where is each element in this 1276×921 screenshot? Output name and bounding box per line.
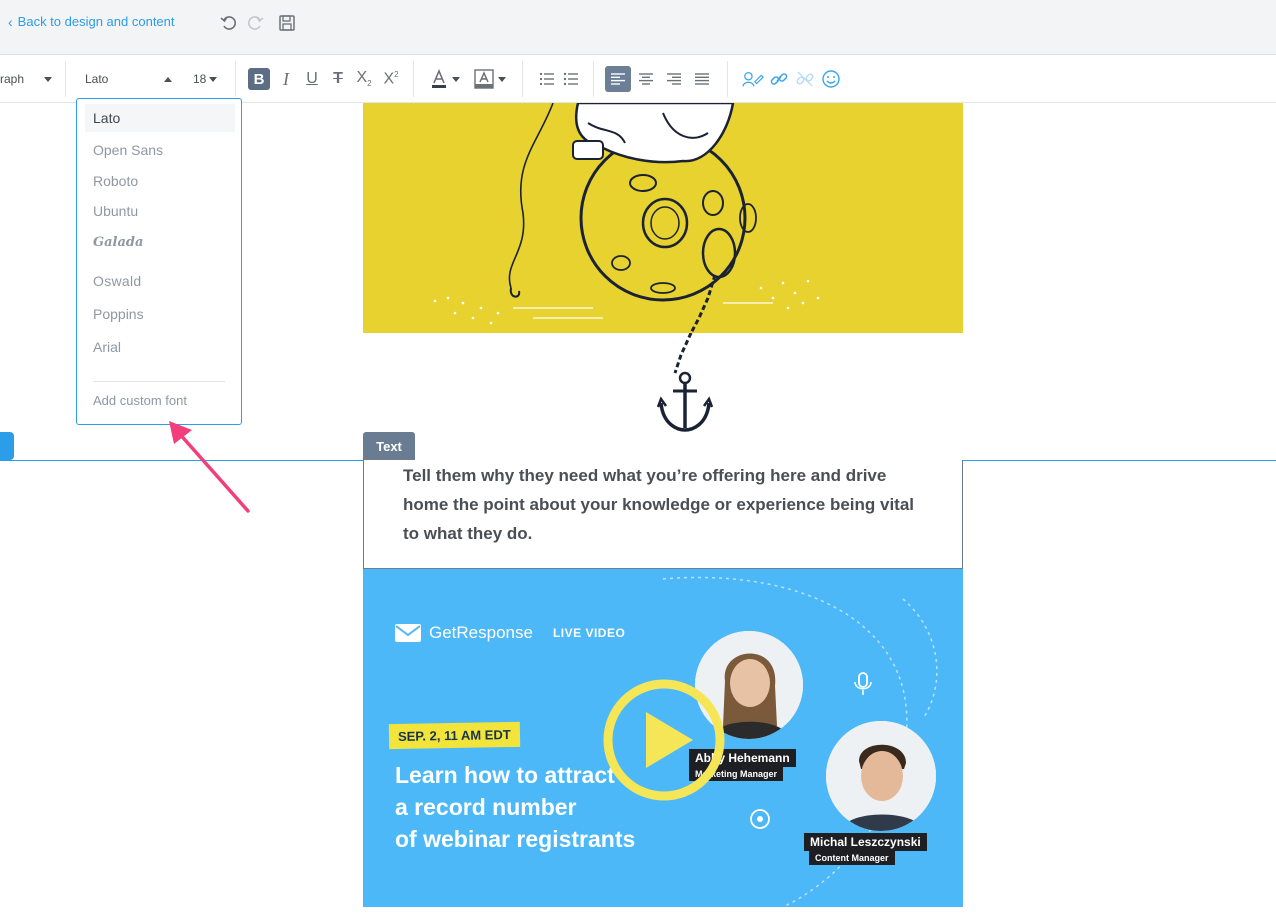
font-option-oswald[interactable]: Oswald: [85, 267, 235, 295]
save-icon: [279, 15, 295, 31]
font-option-open-sans[interactable]: Open Sans: [85, 136, 235, 164]
date-badge: SEP. 2, 11 AM EDT: [388, 721, 520, 750]
back-to-design-link[interactable]: ‹ Back to design and content: [8, 14, 175, 29]
add-custom-font-button[interactable]: Add custom font: [93, 393, 187, 408]
anchor-icon: [656, 332, 714, 432]
text-block-content[interactable]: Tell them why they need what you’re offe…: [403, 461, 924, 548]
headline-line-1: Learn how to attract: [395, 762, 615, 788]
chevron-down-icon: [452, 76, 460, 82]
hero-image[interactable]: [363, 103, 963, 333]
bold-icon: B: [253, 70, 265, 88]
highlight-color-icon: [474, 69, 494, 89]
font-family-select[interactable]: Lato: [85, 55, 173, 103]
personalize-icon: [742, 71, 764, 87]
bullet-list-button[interactable]: [560, 68, 582, 90]
align-right-icon: [667, 73, 681, 85]
save-button[interactable]: [277, 13, 297, 33]
remove-link-button[interactable]: [794, 68, 816, 90]
getresponse-logo: GetResponse LIVE VIDEO: [395, 623, 625, 643]
envelope-icon: [395, 624, 421, 642]
align-right-button[interactable]: [663, 68, 685, 90]
video-headline: Learn how to attract a record number of …: [395, 759, 635, 855]
play-video-button[interactable]: [601, 677, 727, 803]
top-bar: ‹ Back to design and content: [0, 0, 1276, 55]
insert-link-button[interactable]: [768, 68, 790, 90]
italic-button[interactable]: I: [275, 68, 297, 90]
subscript-icon: X2: [356, 69, 372, 89]
font-option-ubuntu[interactable]: Ubuntu: [85, 197, 235, 225]
superscript-icon: X2: [383, 69, 399, 88]
chevron-down-icon: [498, 76, 506, 82]
font-size-select[interactable]: 18: [193, 55, 218, 103]
font-option-arial[interactable]: Arial: [85, 333, 235, 361]
font-option-poppins[interactable]: Poppins: [85, 300, 235, 328]
emoji-icon: [822, 70, 840, 88]
live-video-label: LIVE VIDEO: [552, 626, 626, 640]
align-center-button[interactable]: [635, 68, 657, 90]
text-color-button[interactable]: [430, 55, 460, 103]
strikethrough-icon: T: [333, 70, 343, 87]
underline-icon: U: [306, 70, 318, 87]
strikethrough-button[interactable]: T: [327, 68, 349, 90]
font-family-dropdown: Lato Open Sans Roboto Ubuntu Galada Oswa…: [76, 98, 242, 425]
personalize-button[interactable]: [742, 68, 764, 90]
link-icon: [770, 73, 788, 85]
bullet-list-icon: [563, 72, 578, 86]
video-block[interactable]: GetResponse LIVE VIDEO SEP. 2, 11 AM EDT…: [363, 569, 963, 907]
emoji-button[interactable]: [820, 68, 842, 90]
unlink-icon: [796, 71, 814, 87]
formatting-toolbar: raph Lato 18 B I U T X2 X2: [0, 55, 1276, 103]
ordered-list-icon: [540, 73, 554, 85]
back-link-label: Back to design and content: [17, 14, 175, 29]
align-justify-button[interactable]: [691, 68, 713, 90]
undo-button[interactable]: [219, 13, 239, 33]
paragraph-style-select[interactable]: raph: [0, 55, 53, 103]
chevron-down-icon: [44, 76, 53, 82]
redo-icon: [248, 16, 264, 30]
underline-button[interactable]: U: [301, 68, 323, 90]
text-block[interactable]: Tell them why they need what you’re offe…: [363, 460, 963, 569]
block-handle[interactable]: [0, 432, 14, 460]
font-option-lato[interactable]: Lato: [85, 104, 235, 132]
speaker-2-name: Michal Leszczynski: [804, 833, 927, 851]
headline-line-3: of webinar registrants: [395, 826, 636, 852]
chevron-up-icon: [164, 76, 173, 82]
text-color-icon: [432, 69, 446, 88]
align-left-icon: [611, 73, 625, 85]
bold-button[interactable]: B: [248, 68, 270, 90]
undo-icon: [220, 16, 236, 30]
chevron-left-icon: ‹: [8, 13, 13, 30]
text-block-tag[interactable]: Text: [363, 432, 415, 460]
align-justify-icon: [695, 73, 709, 85]
headline-line-2: a record number: [395, 794, 577, 820]
redo-button[interactable]: [245, 13, 265, 33]
speaker-2-photo: [826, 721, 936, 831]
highlight-color-button[interactable]: [474, 55, 506, 103]
align-left-button[interactable]: [605, 66, 631, 92]
astronaut-moon-illustration: [433, 103, 820, 333]
font-family-label: Lato: [85, 72, 109, 86]
font-option-galada[interactable]: Galada: [85, 228, 235, 256]
play-icon: [646, 712, 693, 768]
italic-icon: I: [283, 68, 289, 89]
menu-divider: [93, 381, 225, 382]
annotation-arrow-icon: [169, 421, 250, 513]
speaker-2-avatar: [826, 721, 936, 831]
superscript-button[interactable]: X2: [380, 68, 402, 90]
align-center-icon: [639, 73, 653, 85]
ordered-list-button[interactable]: [536, 68, 558, 90]
brand-name: GetResponse: [429, 623, 533, 642]
font-option-roboto[interactable]: Roboto: [85, 167, 235, 195]
paragraph-style-label: raph: [0, 72, 25, 86]
speaker-2-role: Content Manager: [809, 851, 895, 865]
font-size-label: 18: [193, 72, 207, 86]
chevron-down-icon: [209, 76, 218, 82]
anchor-illustration: [363, 332, 963, 443]
subscript-button[interactable]: X2: [353, 68, 375, 90]
